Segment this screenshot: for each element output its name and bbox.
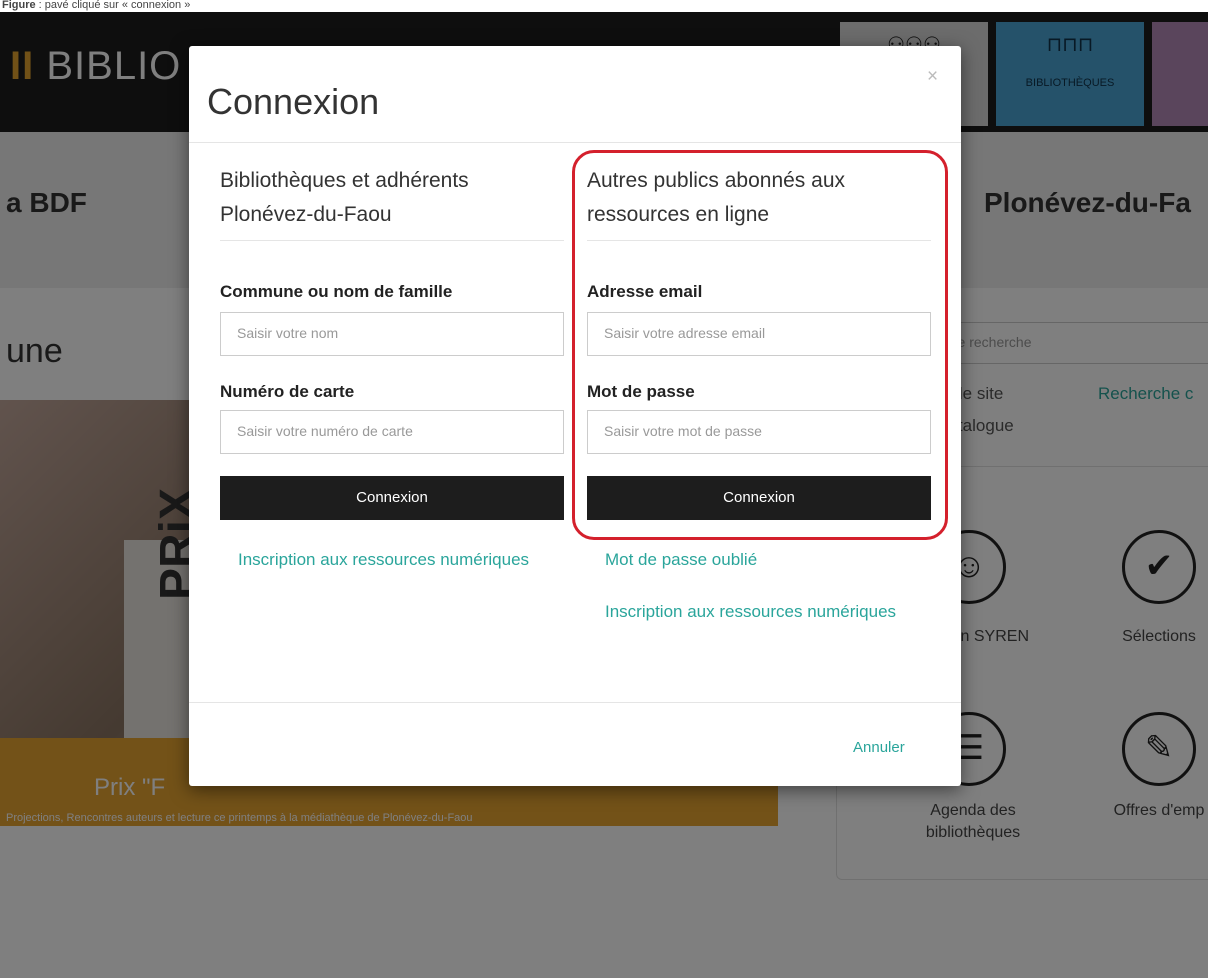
library-members-column: Bibliothèques et adhérents Plonévez-du-F… [220,142,564,702]
modal-title: Connexion [207,81,380,122]
annotation-highlight-box [572,150,948,540]
card-number-label: Numéro de carte [220,382,355,401]
screenshot-stage: II BIBLIO ⚇⚇⚇ ⊓⊓⊓BIBLIOTHÈQUES +Co a BDF… [0,12,1208,978]
name-label: Commune ou nom de famille [220,282,453,301]
member-login-button[interactable]: Connexion [220,476,564,520]
figure-caption: Figure : pavé cliqué sur « connexion » [0,0,1208,12]
subscriber-register-link[interactable]: Inscription aux ressources numériques [605,600,905,624]
library-members-heading: Bibliothèques et adhérents Plonévez-du-F… [220,164,564,241]
name-input[interactable]: Saisir votre nom [220,312,564,356]
modal-footer: Annuler [189,702,961,787]
card-number-input[interactable]: Saisir votre numéro de carte [220,410,564,454]
cancel-link[interactable]: Annuler [853,739,905,756]
forgot-password-link[interactable]: Mot de passe oublié [605,548,905,572]
member-register-link[interactable]: Inscription aux ressources numériques [238,548,538,572]
caption-prefix: Figure [2,0,36,11]
close-icon[interactable]: × [927,66,938,88]
caption-text: : pavé cliqué sur « connexion » [35,0,191,11]
modal-header: Connexion × [189,46,961,143]
